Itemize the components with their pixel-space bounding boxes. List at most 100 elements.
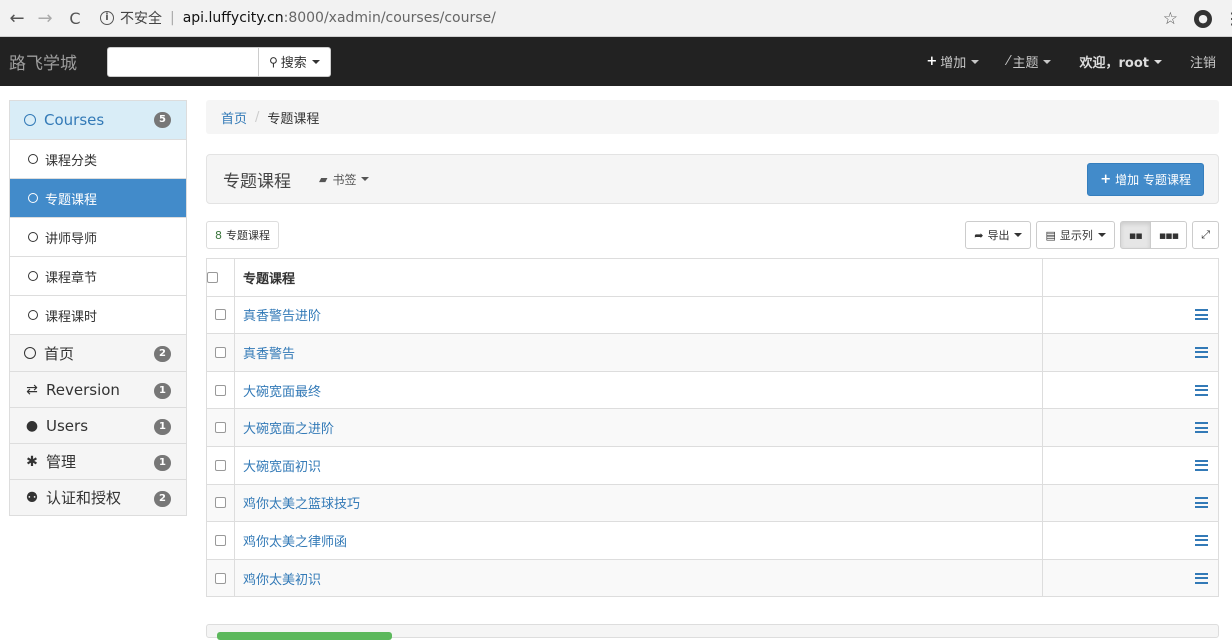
sidebar-item-special-course[interactable]: 专题课程	[10, 178, 186, 217]
circle-icon	[24, 347, 36, 359]
bookmark-dropdown[interactable]: ▰ 书签	[319, 171, 370, 188]
row-checkbox[interactable]	[215, 309, 226, 321]
row-checkbox[interactable]	[215, 497, 226, 509]
reload-icon[interactable]: C	[64, 9, 86, 28]
row-checkbox[interactable]	[215, 384, 226, 396]
list-icon[interactable]	[1195, 572, 1208, 584]
list-icon[interactable]	[1195, 422, 1208, 434]
row-checkbox[interactable]	[215, 534, 226, 546]
sidebar-group-home[interactable]: 首页 2	[10, 334, 186, 371]
sidebar-group-courses[interactable]: Courses 5	[10, 101, 186, 139]
sidebar-item-course-category[interactable]: 课程分类	[10, 139, 186, 178]
list-icon[interactable]	[1195, 346, 1208, 358]
list-icon[interactable]	[1195, 459, 1208, 471]
column-header[interactable]: 专题课程	[234, 258, 1043, 297]
book-icon: ▰	[319, 172, 328, 186]
circle-icon	[28, 154, 38, 164]
sidebar-group-auth[interactable]: ⚉ 认证和授权 2	[10, 479, 186, 515]
export-button[interactable]: ➦ 导出	[965, 221, 1032, 249]
row-link[interactable]: 真香警告	[243, 347, 295, 362]
bottom-action-bar	[206, 624, 1219, 640]
count-badge: 2	[154, 491, 171, 507]
list-icon[interactable]	[1195, 309, 1208, 321]
row-link[interactable]: 鸡你太美之律师函	[243, 535, 347, 550]
browser-toolbar: ← → C i 不安全 | api.luffycity.cn :8000/xad…	[0, 0, 1232, 37]
row-checkbox[interactable]	[215, 422, 226, 434]
table-row: 真香警告	[206, 333, 1219, 372]
row-link[interactable]: 鸡你太美之篮球技巧	[243, 497, 360, 512]
table-body: 真香警告进阶 真香警告 大碗宽面最终 大碗宽面之进阶 大碗宽面初识 鸡你太美之篮…	[206, 295, 1219, 598]
breadcrumb-home-link[interactable]: 首页	[221, 108, 247, 127]
results-table: 专题课程 真香警告进阶 真香警告 大碗宽面最终 大碗宽面之进阶 大碗宽面初识 鸡…	[206, 258, 1219, 598]
search-button[interactable]: ⚲ 搜索	[259, 46, 331, 77]
add-course-button[interactable]: + 增加 专题课程	[1087, 163, 1204, 196]
profile-icon[interactable]: ●	[1194, 9, 1212, 28]
bookmark-star-icon[interactable]: ☆	[1163, 9, 1178, 29]
page-header: 专题课程 ▰ 书签 + 增加 专题课程	[206, 154, 1219, 204]
list-toolbar: 8 专题课程 ➦ 导出 ▤ 显示列 ▪▪ ▪▪▪ ⤢	[206, 221, 1219, 249]
row-link[interactable]: 大碗宽面之进阶	[243, 422, 334, 437]
select-all-checkbox[interactable]	[207, 271, 218, 283]
nav-add-label: 增加	[940, 56, 967, 71]
sidebar-item-label: 课程课时	[45, 309, 98, 325]
fullscreen-button[interactable]: ⤢	[1192, 221, 1219, 249]
circle-icon	[24, 114, 36, 126]
result-count-label: 专题课程	[226, 229, 270, 242]
add-course-label: 增加 专题课程	[1115, 173, 1191, 187]
search-input[interactable]	[107, 46, 259, 77]
nav-user-menu[interactable]: 欢迎，root	[1065, 52, 1176, 71]
sidebar-item-teacher[interactable]: 讲师导师	[10, 217, 186, 256]
th-icon: ▪▪▪	[1158, 228, 1179, 242]
nav-add-menu[interactable]: + 增加	[912, 52, 993, 71]
nav-theme-label: 主题	[1012, 56, 1039, 71]
layout-small-button[interactable]: ▪▪▪	[1150, 221, 1188, 249]
row-checkbox[interactable]	[215, 346, 226, 358]
breadcrumb-current: 专题课程	[267, 111, 320, 127]
info-icon[interactable]: i	[100, 11, 114, 25]
address-bar[interactable]: i 不安全 | api.luffycity.cn :8000/xadmin/co…	[100, 8, 496, 28]
layout-large-button[interactable]: ▪▪	[1119, 221, 1151, 249]
security-label: 不安全	[120, 11, 162, 27]
forward-arrow-icon[interactable]: →	[34, 8, 56, 29]
sidebar-item-chapter[interactable]: 课程章节	[10, 256, 186, 295]
sidebar-group-reversion[interactable]: ⇄ Reversion 1	[10, 371, 186, 407]
list-icon[interactable]	[1195, 384, 1208, 396]
chevron-down-icon	[1153, 59, 1162, 64]
nav-logout-link[interactable]: 注销	[1176, 52, 1232, 71]
row-checkbox[interactable]	[215, 459, 226, 471]
nav-welcome-label: 欢迎，root	[1079, 56, 1149, 71]
share-icon: ➦	[974, 228, 984, 242]
row-link[interactable]: 大碗宽面最终	[243, 385, 321, 400]
row-link[interactable]: 真香警告进阶	[243, 309, 321, 324]
list-alt-icon: ▤	[1045, 228, 1056, 242]
back-arrow-icon[interactable]: ←	[6, 8, 28, 29]
exchange-icon: ⇄	[26, 381, 38, 398]
sidebar-item-lesson[interactable]: 课程课时	[10, 295, 186, 334]
row-checkbox[interactable]	[215, 572, 226, 584]
main-content: 首页 / 专题课程 专题课程 ▰ 书签 + 增加 专题课程 8 专题课程 ➦ 导…	[206, 100, 1219, 598]
circle-icon	[28, 193, 38, 203]
nav-logout-label: 注销	[1189, 56, 1216, 71]
columns-button[interactable]: ▤ 显示列	[1036, 221, 1115, 249]
table-row: 真香警告进阶	[206, 295, 1219, 335]
th-large-icon: ▪▪	[1128, 228, 1143, 242]
bottom-action-button[interactable]	[217, 632, 392, 640]
site-brand[interactable]: 路飞学城	[9, 49, 104, 74]
circle-icon	[28, 271, 38, 281]
sidebar-group-manage[interactable]: ✱ 管理 1	[10, 443, 186, 479]
list-icon[interactable]	[1195, 534, 1208, 546]
table-row: 大碗宽面初识	[206, 445, 1219, 485]
row-link[interactable]: 大碗宽面初识	[243, 460, 321, 475]
circle-icon	[28, 232, 38, 242]
nav-theme-menu[interactable]: ⁄ 主题	[993, 52, 1065, 71]
url-path: :8000/xadmin/courses/course/	[283, 10, 496, 26]
row-link[interactable]: 鸡你太美初识	[243, 573, 321, 588]
sidebar: Courses 5 课程分类 专题课程 讲师导师 课程章节 课程课时 首页 2 …	[9, 100, 187, 516]
browser-menu-icon[interactable]: ⋮	[1224, 9, 1232, 28]
chevron-down-icon	[1097, 233, 1106, 237]
count-badge: 1	[154, 419, 171, 435]
page-title: 专题课程	[223, 171, 291, 192]
list-icon[interactable]	[1195, 497, 1208, 509]
result-count-number: 8	[215, 228, 222, 242]
sidebar-group-users[interactable]: ● Users 1	[10, 407, 186, 443]
